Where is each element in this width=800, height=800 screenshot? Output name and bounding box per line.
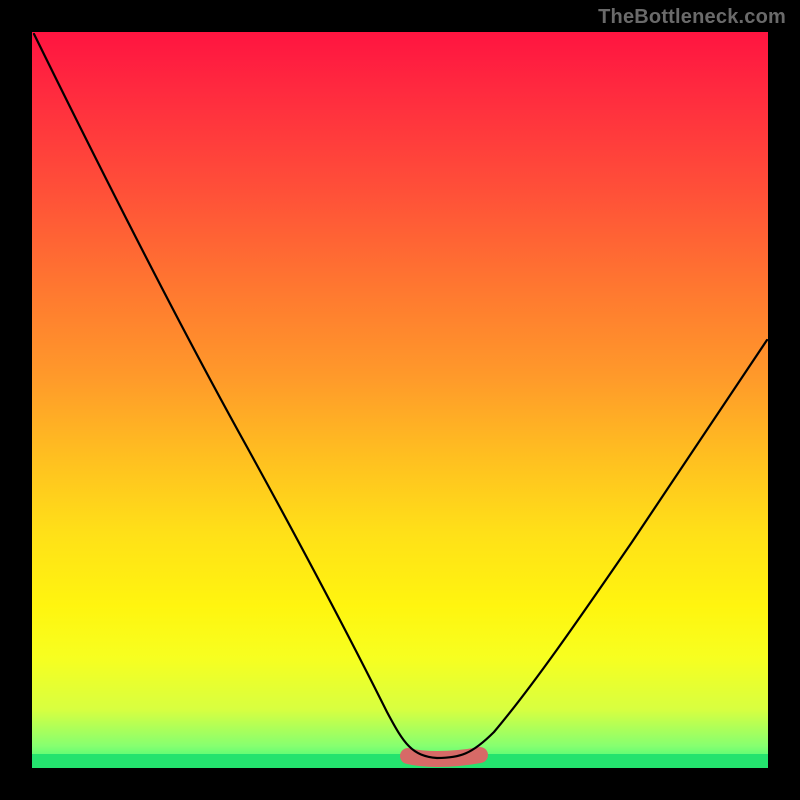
attribution-text: TheBottleneck.com bbox=[598, 6, 786, 29]
chart-frame: TheBottleneck.com bbox=[0, 0, 800, 800]
plot-area bbox=[32, 32, 768, 768]
curve-svg bbox=[32, 32, 768, 768]
bottleneck-curve bbox=[34, 34, 767, 758]
